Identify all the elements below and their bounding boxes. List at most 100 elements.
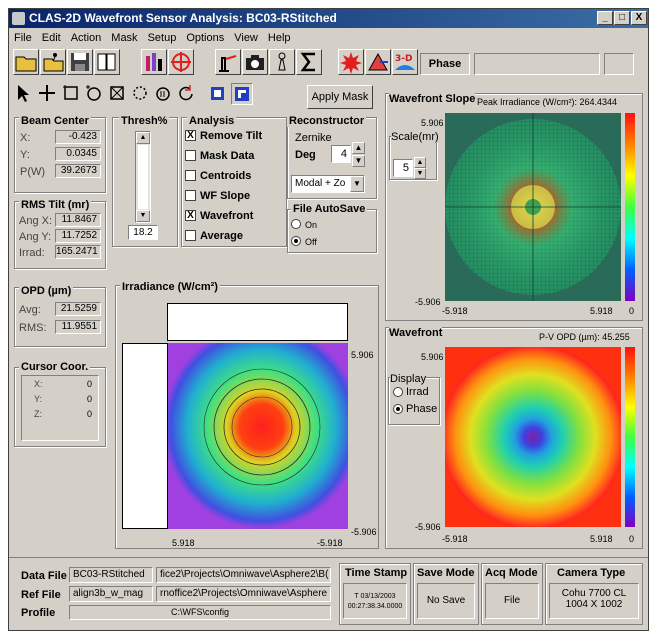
- beam-y-value: 0.0345: [55, 147, 101, 161]
- slope-plot-icon[interactable]: [365, 49, 391, 75]
- laser-stand-icon[interactable]: [215, 49, 241, 75]
- save-disk-icon[interactable]: [67, 49, 93, 75]
- centroids-checkbox[interactable]: [185, 170, 196, 181]
- data-file-label: Data File: [21, 570, 67, 582]
- bar-graph-icon[interactable]: [141, 49, 167, 75]
- ref-path-field: rnoffice2\Projects\Omniwave\Asphere: [156, 586, 331, 602]
- status-field-small: [604, 53, 634, 75]
- average-checkbox[interactable]: [185, 230, 196, 241]
- ref-file-label: Ref File: [21, 589, 61, 601]
- beam-x-value: -0.423: [55, 130, 101, 144]
- slope-x-right-label: 5.918: [590, 306, 613, 316]
- deg-label: Deg: [295, 149, 316, 161]
- menu-file[interactable]: File: [9, 29, 37, 47]
- deg-input[interactable]: 4: [331, 145, 351, 163]
- menu-mask[interactable]: Mask: [106, 29, 142, 47]
- autosave-off-radio[interactable]: [291, 236, 301, 246]
- cursor-title: Cursor Coor.: [19, 361, 91, 373]
- menu-help[interactable]: Help: [263, 29, 296, 47]
- autosave-group: [287, 209, 377, 253]
- save-mode-value: No Save: [417, 583, 475, 619]
- acq-mode-title: Acq Mode: [485, 567, 538, 579]
- irr-y-bottom-label: -5.906: [351, 527, 377, 537]
- analysis-title: Analysis: [187, 115, 237, 127]
- cursor-z-value: 0: [87, 409, 93, 419]
- wf-x-right-label: 5.918: [590, 534, 613, 544]
- 3d-view-icon[interactable]: 3-D: [392, 49, 418, 75]
- rect-exclude-tool-icon[interactable]: [107, 83, 127, 103]
- wavefront-title: Wavefront: [389, 327, 443, 339]
- title-bar: CLAS-2D Wavefront Sensor Analysis: BC03-…: [9, 9, 648, 28]
- burst-icon[interactable]: [338, 49, 364, 75]
- pawn-icon[interactable]: [269, 49, 295, 75]
- thresh-input[interactable]: 18.2: [128, 225, 158, 240]
- angy-label: Ang Y:: [19, 231, 52, 243]
- rect-mask-tool-icon[interactable]: [61, 83, 81, 103]
- menu-view[interactable]: View: [229, 29, 263, 47]
- menu-options[interactable]: Options: [181, 29, 229, 47]
- slider-down-icon[interactable]: ▼: [136, 210, 150, 222]
- irrad-label: Irrad:: [19, 247, 45, 259]
- wf-slope-title: Wavefront Slope: [389, 93, 476, 105]
- hand-tool-icon[interactable]: [153, 83, 173, 103]
- ellipse-dashed-tool-icon[interactable]: [130, 83, 150, 103]
- wavefront-checkbox[interactable]: X: [185, 210, 196, 221]
- window-tile-icon[interactable]: [231, 83, 253, 105]
- menu-edit[interactable]: Edit: [37, 29, 66, 47]
- target-crosshair-icon[interactable]: [168, 49, 194, 75]
- scale-input[interactable]: 5: [393, 159, 413, 177]
- deg-down-icon[interactable]: ▼: [352, 155, 365, 167]
- scale-down-icon[interactable]: ▼: [414, 168, 426, 179]
- pointer-arrow-icon[interactable]: [15, 83, 31, 103]
- display-phase-radio[interactable]: [393, 404, 403, 414]
- autosave-title: File AutoSave: [291, 203, 368, 215]
- window-title: CLAS-2D Wavefront Sensor Analysis: BC03-…: [29, 11, 337, 25]
- maximize-button[interactable]: □: [614, 11, 630, 25]
- profile-label: Profile: [21, 607, 56, 619]
- apply-mask-button[interactable]: Apply Mask: [307, 85, 373, 109]
- timestamp-title: Time Stamp: [345, 567, 408, 579]
- open-run-icon[interactable]: [40, 49, 66, 75]
- chevron-down-icon[interactable]: ▼: [350, 176, 364, 192]
- deg-up-icon[interactable]: ▲: [352, 142, 365, 154]
- mode-value: Modal + Zo: [295, 178, 346, 189]
- minimize-button[interactable]: _: [597, 11, 613, 25]
- menu-action[interactable]: Action: [66, 29, 107, 47]
- crosshair-tool-icon[interactable]: [37, 83, 57, 103]
- opd-avg-label: Avg:: [19, 304, 41, 316]
- slope-cbar-zero-label: 0: [629, 306, 635, 316]
- remove-tilt-checkbox[interactable]: X: [185, 130, 196, 141]
- sigma-icon[interactable]: [296, 49, 322, 75]
- rotate-tool-icon[interactable]: [176, 83, 196, 103]
- menu-setup[interactable]: Setup: [143, 29, 182, 47]
- open-folder-icon[interactable]: [13, 49, 39, 75]
- thresh-title: Thresh%: [119, 115, 170, 127]
- mode-select[interactable]: Modal + Zo ▼: [291, 175, 365, 193]
- wf-slope-label: WF Slope: [200, 190, 251, 202]
- angy-value: 11.7252: [55, 229, 101, 243]
- pv-opd-label: P-V OPD (µm): 45.255: [539, 332, 630, 342]
- display-irrad-radio[interactable]: [393, 387, 403, 397]
- slider-up-icon[interactable]: ▲: [136, 132, 150, 144]
- irrad-value: 165.2471: [55, 245, 101, 259]
- autosave-off-label: Off: [305, 237, 317, 247]
- scale-up-icon[interactable]: ▲: [414, 157, 426, 168]
- irradiance-side-profile: [122, 343, 168, 529]
- cursor-z-label: Z:: [34, 409, 42, 419]
- wf-slope-checkbox[interactable]: [185, 190, 196, 201]
- thresh-slider[interactable]: ▲ ▼: [135, 131, 151, 223]
- notebook-icon[interactable]: [94, 49, 120, 75]
- close-button[interactable]: X: [631, 11, 647, 25]
- window-single-icon[interactable]: [207, 83, 227, 103]
- slope-y-bottom-label: -5.906: [415, 297, 441, 307]
- wavefront-label: Wavefront: [200, 210, 254, 222]
- zernike-label: Zernike: [295, 132, 332, 144]
- mask-data-checkbox[interactable]: [185, 150, 196, 161]
- save-mode-title: Save Mode: [417, 567, 475, 579]
- status-divider: [9, 557, 648, 558]
- camera-icon[interactable]: [242, 49, 268, 75]
- ellipse-mask-tool-icon[interactable]: [84, 83, 104, 103]
- slider-track: [138, 145, 148, 209]
- irr-x-right-label: -5.918: [317, 538, 343, 548]
- autosave-on-radio[interactable]: [291, 219, 301, 229]
